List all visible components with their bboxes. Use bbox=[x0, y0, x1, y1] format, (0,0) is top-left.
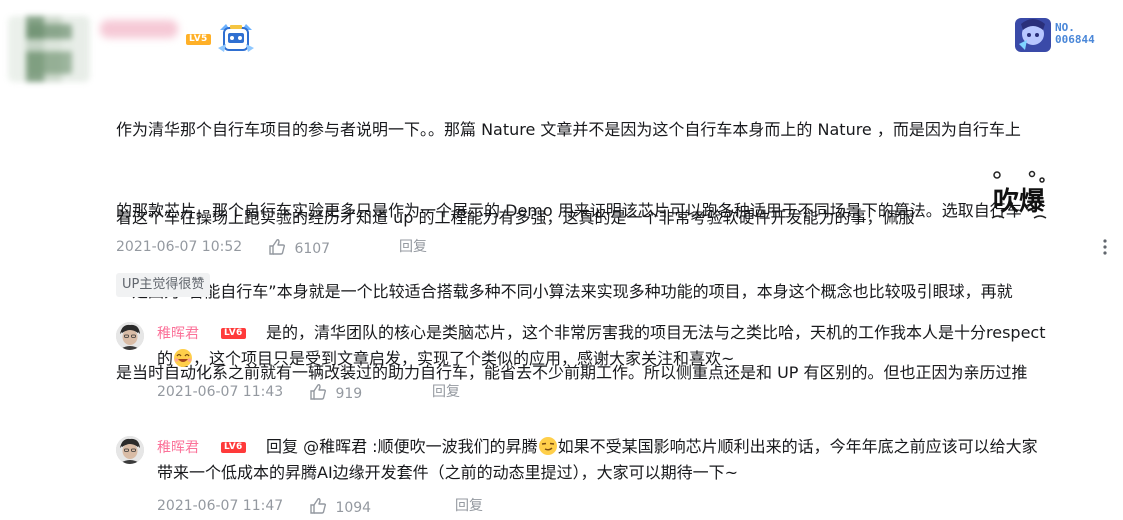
user-level-badge: LV6 bbox=[221, 442, 246, 453]
reply-meta: 2021-06-07 11:43 919 回复 bbox=[157, 383, 557, 403]
laugh-emoji-icon bbox=[174, 349, 193, 367]
thumbs-up-icon[interactable] bbox=[309, 383, 327, 401]
reply-button[interactable]: 回复 bbox=[432, 383, 460, 401]
fan-card-number: NO. 006844 bbox=[1055, 22, 1095, 46]
user-level-badge: LV6 bbox=[221, 328, 246, 339]
reply-username[interactable]: 稚晖君 bbox=[157, 325, 199, 343]
reply-text-line: 回复 @稚晖君 :顺便吹一波我们的昇腾 如果不受某国影响芯片顺利出来的话，今年年… bbox=[266, 434, 1116, 459]
reply-text-part: 如果不受某国影响芯片顺利出来的话，今年年底之前应该可以给大家 bbox=[557, 437, 1038, 456]
timestamp: 2021-06-07 10:52 bbox=[116, 239, 243, 255]
reply-username[interactable]: 稚晖君 bbox=[157, 439, 199, 457]
fan-card-value: 006844 bbox=[1055, 33, 1095, 46]
up-liked-tag: UP主觉得很赞 bbox=[116, 273, 211, 297]
reply-text-line: 的 ，这个项目只是受到文章启发，实现了个类似的应用，感谢大家关注和喜欢~ bbox=[157, 346, 1057, 371]
reply-button[interactable]: 回复 bbox=[455, 497, 483, 515]
mascot-icon bbox=[218, 24, 254, 52]
timestamp: 2021-06-07 11:47 bbox=[157, 498, 284, 514]
like-button[interactable]: 1094 bbox=[309, 497, 371, 517]
reply-text-line: 带来一个低成本的昇腾AI边缘开发套件（之前的动态里提过），大家可以期待一下~ bbox=[157, 463, 739, 482]
avatar[interactable] bbox=[116, 322, 144, 350]
avatar-image bbox=[116, 436, 144, 464]
like-count: 1094 bbox=[335, 500, 372, 516]
avatar-image bbox=[116, 322, 144, 350]
like-count: 6107 bbox=[294, 241, 331, 257]
like-button[interactable]: 6107 bbox=[268, 238, 330, 258]
comment-line: 着这个车在操场上跑实验的经历才知道 up 的工程能力有多强，这真的是一个非常考验… bbox=[116, 208, 915, 227]
like-count: 919 bbox=[335, 386, 363, 402]
like-button[interactable]: 919 bbox=[309, 383, 362, 403]
reply-button[interactable]: 回复 bbox=[399, 238, 427, 256]
smirk-emoji-icon bbox=[538, 437, 557, 455]
reply-text-line: 是的，清华团队的核心是类脑芯片，这个非常厉害我的项目无法与之类比哈，天机的工作我… bbox=[266, 323, 1046, 342]
main-comment-meta: 2021-06-07 10:52 6107 回复 bbox=[116, 238, 516, 258]
more-vertical-icon[interactable] bbox=[1100, 238, 1110, 256]
reply-text-part: ，这个项目只是受到文章启发，实现了个类似的应用，感谢大家关注和喜欢~ bbox=[193, 349, 735, 368]
comment-line: 一是因为“智能自行车”本身就是一个比较适合搭载多种不同小算法来实现多种功能的项目… bbox=[116, 282, 1013, 301]
timestamp: 2021-06-07 11:43 bbox=[157, 384, 284, 400]
user-level-badge: LV5 bbox=[186, 34, 211, 45]
reply-text-part: 回复 @稚晖君 :顺便吹一波我们的昇腾 bbox=[266, 437, 538, 456]
sticker-text: 吹爆 bbox=[993, 187, 1046, 217]
reply-text-part: 的 bbox=[157, 349, 174, 368]
thumbs-up-icon[interactable] bbox=[309, 497, 327, 515]
reply-meta: 2021-06-07 11:47 1094 回复 bbox=[157, 497, 557, 517]
username-blurred[interactable] bbox=[100, 20, 178, 38]
avatar[interactable] bbox=[116, 436, 144, 464]
blow-up-sticker: 吹爆 bbox=[991, 170, 1047, 219]
user-avatar-blurred[interactable] bbox=[8, 16, 90, 82]
comment-line: 作为清华那个自行车项目的参与者说明一下。。那篇 Nature 文章并不是因为这个… bbox=[116, 120, 1021, 139]
thumbs-up-icon[interactable] bbox=[268, 238, 286, 256]
